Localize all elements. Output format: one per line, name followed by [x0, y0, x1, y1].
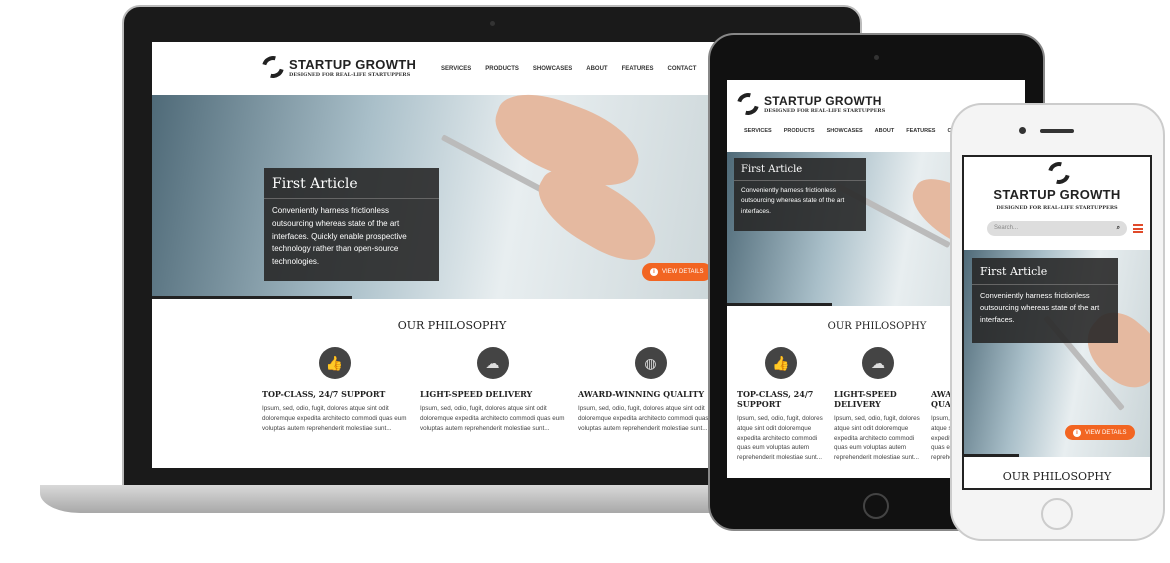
phone-camera [1019, 127, 1026, 134]
view-details-label: VIEW DETAILS [1085, 429, 1127, 436]
feature-title: TOP-CLASS, 24/7 SUPPORT [737, 389, 814, 409]
article-card: First Article Conveniently harness frict… [734, 158, 866, 231]
philosophy-heading: OUR PHILOSOPHY [827, 321, 927, 332]
cloud-download-icon: ☁ [476, 347, 509, 379]
feature-text: Ipsum, sed, odio, fugit, dolores atque s… [420, 405, 565, 432]
phone-home-button[interactable] [1041, 498, 1073, 530]
feature-text: Ipsum, sed, odio, fugit, dolores atque s… [834, 415, 920, 461]
article-title: First Article [734, 158, 866, 181]
feature-1: 👍 TOP-CLASS, 24/7 SUPPORT Ipsum, sed, odio… [262, 347, 407, 433]
feature-1: 👍 TOP-CLASS, 24/7 SUPPORT Ipsum, sed, odio… [737, 347, 825, 463]
logo-icon [732, 88, 764, 120]
feature-3: ◍ AWARD-WINNING QUALITY Ipsum, sed, odio, … [578, 347, 723, 433]
article-title: First Article [972, 258, 1118, 285]
tablet-camera [874, 55, 879, 60]
nav-products[interactable]: PRODUCTS [485, 66, 519, 72]
article-card: First Article Conveniently harness frict… [264, 168, 439, 281]
brand-name: STARTUP GROWTH [993, 187, 1121, 202]
tablet-home-button[interactable] [863, 493, 889, 519]
search-icon[interactable]: ⌕ [1117, 225, 1120, 232]
laptop-screen: STARTUP GROWTH DESIGNED FOR REAL-LIFE ST… [152, 42, 752, 468]
philosophy-heading: OUR PHILOSOPHY [397, 319, 507, 332]
article-body: Conveniently harness frictionless outsou… [980, 291, 1100, 324]
nav-showcases[interactable]: SHOWCASES [827, 128, 863, 134]
article-card: First Article Conveniently harness frict… [972, 258, 1118, 343]
feature-title: AWARD-WINNING QUALITY [578, 389, 705, 399]
logo-icon [257, 51, 289, 83]
feature-title: LIGHT-SPEED DELIVERY [420, 389, 533, 399]
article-body: Conveniently harness frictionless outsou… [272, 206, 407, 267]
tagline: DESIGNED FOR REAL-LIFE STARTUPPERS [996, 205, 1118, 211]
brand-name: STARTUP GROWTH [764, 94, 882, 108]
tagline: DESIGNED FOR REAL-LIFE STARTUPPERS [289, 71, 411, 78]
nav-showcases[interactable]: SHOWCASES [533, 66, 572, 72]
feature-title: TOP-CLASS, 24/7 SUPPORT [262, 389, 386, 399]
feature-2: ☁ LIGHT-SPEED DELIVERY Ipsum, sed, odio, f… [834, 347, 922, 463]
nav-services[interactable]: SERVICES [744, 128, 772, 134]
nav-features[interactable]: FEATURES [906, 128, 935, 134]
slider-progress [727, 303, 832, 306]
info-icon: i [650, 268, 658, 276]
feature-text: Ipsum, sed, odio, fugit, dolores atque s… [578, 405, 723, 432]
phone-screen: STARTUP GROWTH DESIGNED FOR REAL-LIFE ST… [962, 155, 1152, 490]
laptop-camera [490, 21, 495, 26]
feature-2: ☁ LIGHT-SPEED DELIVERY Ipsum, sed, odio, f… [420, 347, 565, 433]
hamburger-menu-icon[interactable] [1133, 224, 1143, 233]
philosophy-heading: OUR PHILOSOPHY [1002, 470, 1112, 483]
main-nav: SERVICES PRODUCTS SHOWCASES ABOUT FEATUR… [441, 66, 710, 72]
tagline: DESIGNED FOR REAL-LIFE STARTUPPERS [764, 108, 886, 114]
slider-progress [964, 454, 1019, 457]
feature-title: LIGHT-SPEED DELIVERY [834, 389, 897, 409]
nav-contact[interactable]: CONTACT [667, 66, 696, 72]
site-logo[interactable]: STARTUP GROWTH DESIGNED FOR REAL-LIFE ST… [257, 51, 417, 83]
nav-about[interactable]: ABOUT [875, 128, 895, 134]
slider-progress [152, 296, 352, 299]
article-title: First Article [264, 168, 439, 199]
cloud-download-icon: ☁ [862, 347, 894, 379]
brand-name: STARTUP GROWTH [289, 56, 417, 72]
thumbs-up-icon: 👍 [318, 347, 351, 379]
globe-icon: ◍ [634, 347, 667, 379]
article-body: Conveniently harness frictionless outsou… [741, 187, 845, 215]
nav-services[interactable]: SERVICES [441, 66, 471, 72]
view-details-label: VIEW DETAILS [662, 269, 704, 275]
view-details-button[interactable]: i VIEW DETAILS [1065, 425, 1135, 440]
nav-products[interactable]: PRODUCTS [784, 128, 815, 134]
phone-speaker [1040, 129, 1074, 133]
feature-text: Ipsum, sed, odio, fugit, dolores atque s… [262, 405, 407, 432]
feature-text: Ipsum, sed, odio, fugit, dolores atque s… [737, 415, 823, 461]
search-input[interactable]: Search... ⌕ [987, 221, 1127, 236]
thumbs-up-icon: 👍 [765, 347, 797, 379]
logo-icon [1043, 157, 1075, 189]
search-placeholder: Search... [994, 225, 1019, 231]
nav-about[interactable]: ABOUT [586, 66, 607, 72]
info-icon: i [1073, 428, 1081, 437]
site-logo[interactable]: STARTUP GROWTH DESIGNED FOR REAL-LIFE ST… [732, 88, 886, 120]
view-details-button[interactable]: i VIEW DETAILS [642, 263, 712, 281]
nav-features[interactable]: FEATURES [622, 66, 654, 72]
